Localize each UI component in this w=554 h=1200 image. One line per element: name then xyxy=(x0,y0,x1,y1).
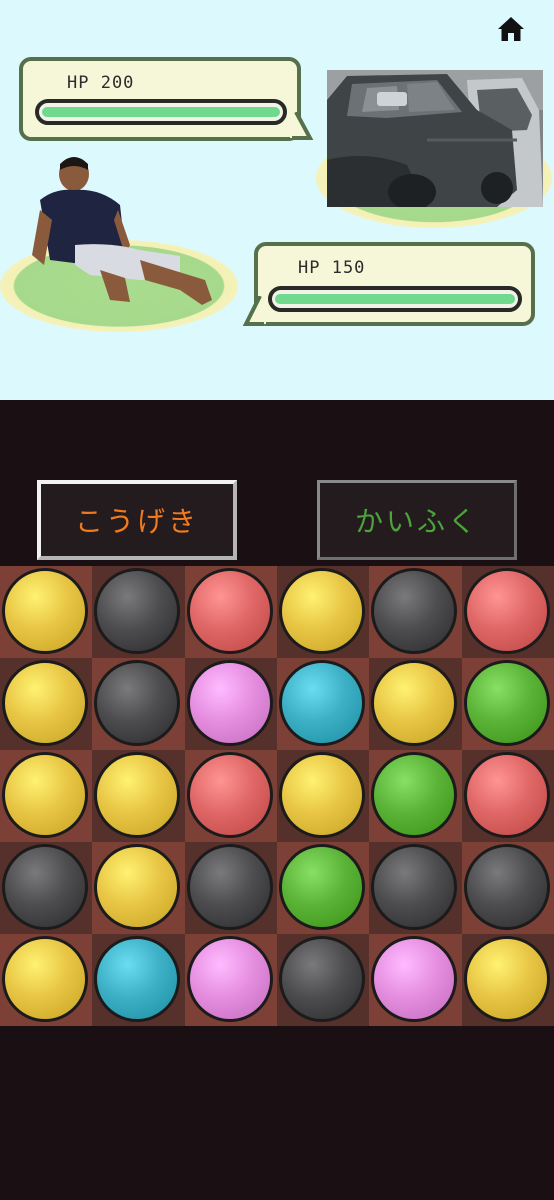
orb-black[interactable] xyxy=(94,660,181,746)
orb-yellow[interactable] xyxy=(2,568,88,654)
board-cell xyxy=(0,934,93,1026)
board-cell xyxy=(277,750,370,842)
orb-cyan[interactable] xyxy=(279,660,365,746)
attack-button[interactable]: こうげき xyxy=(37,480,237,560)
orb-red[interactable] xyxy=(463,752,550,838)
board-cell xyxy=(92,842,185,934)
board-cell xyxy=(461,750,554,842)
battle-scene: HP 200 HP 150 xyxy=(0,0,554,400)
orb-yellow[interactable] xyxy=(2,660,88,746)
board-cell xyxy=(461,842,554,934)
orb-green[interactable] xyxy=(463,660,550,746)
orb-black[interactable] xyxy=(463,844,550,930)
orb-black[interactable] xyxy=(371,844,458,930)
player-hp-bar xyxy=(268,286,522,312)
enemy-hp-label: HP 200 xyxy=(67,73,135,93)
orb-red[interactable] xyxy=(463,568,550,654)
board-cell xyxy=(0,750,93,842)
board-cell xyxy=(184,842,277,934)
enemy-hp-panel-tail xyxy=(290,112,314,140)
orb-yellow[interactable] xyxy=(94,844,181,930)
orb-board xyxy=(0,566,554,1026)
orb-yellow[interactable] xyxy=(2,752,88,838)
board-cell xyxy=(461,566,554,658)
board-cell xyxy=(277,566,370,658)
orb-yellow[interactable] xyxy=(94,752,181,838)
enemy-hp-bar xyxy=(35,99,287,125)
orb-pink[interactable] xyxy=(186,936,273,1022)
board-cell xyxy=(369,566,462,658)
board-cell xyxy=(184,934,277,1026)
orb-black[interactable] xyxy=(279,936,365,1022)
orb-green[interactable] xyxy=(371,752,458,838)
board-cell xyxy=(369,934,462,1026)
orb-red[interactable] xyxy=(186,568,273,654)
orb-pink[interactable] xyxy=(186,660,273,746)
board-cell xyxy=(92,750,185,842)
board-cell xyxy=(184,566,277,658)
board-cell xyxy=(184,750,277,842)
board-cell xyxy=(92,566,185,658)
orb-black[interactable] xyxy=(94,568,181,654)
enemy-hp-fill xyxy=(42,107,280,117)
board-cell xyxy=(461,934,554,1026)
orb-yellow[interactable] xyxy=(371,660,458,746)
board-cell xyxy=(184,658,277,750)
orb-yellow[interactable] xyxy=(2,936,88,1022)
orb-black[interactable] xyxy=(186,844,273,930)
player-hp-fill xyxy=(275,294,515,304)
board-cell xyxy=(369,658,462,750)
orb-yellow[interactable] xyxy=(279,568,365,654)
home-icon[interactable] xyxy=(496,14,526,44)
orb-black[interactable] xyxy=(2,844,88,930)
orb-red[interactable] xyxy=(186,752,273,838)
orb-cyan[interactable] xyxy=(94,936,181,1022)
board-cell xyxy=(92,658,185,750)
board-cell xyxy=(0,658,93,750)
board-cell xyxy=(369,842,462,934)
board-cell xyxy=(0,566,93,658)
heal-button[interactable]: かいふく xyxy=(317,480,517,560)
board-cell xyxy=(277,658,370,750)
enemy-hp-panel: HP 200 xyxy=(19,57,301,141)
board-cell xyxy=(277,934,370,1026)
board-cell xyxy=(277,842,370,934)
orb-green[interactable] xyxy=(279,844,365,930)
player-hp-panel: HP 150 xyxy=(254,242,535,326)
attack-button-label: こうげき xyxy=(74,505,199,538)
enemy-portrait xyxy=(327,70,543,207)
player-hp-panel-tail xyxy=(242,296,266,326)
orb-pink[interactable] xyxy=(371,936,458,1022)
orb-yellow[interactable] xyxy=(279,752,365,838)
orb-black[interactable] xyxy=(371,568,458,654)
board-cell xyxy=(461,658,554,750)
orb-yellow[interactable] xyxy=(463,936,550,1022)
player-hp-label: HP 150 xyxy=(298,258,366,278)
board-cell xyxy=(92,934,185,1026)
heal-button-label: かいふく xyxy=(354,505,479,538)
player-character xyxy=(32,157,212,305)
board-cell xyxy=(369,750,462,842)
board-cell xyxy=(0,842,93,934)
